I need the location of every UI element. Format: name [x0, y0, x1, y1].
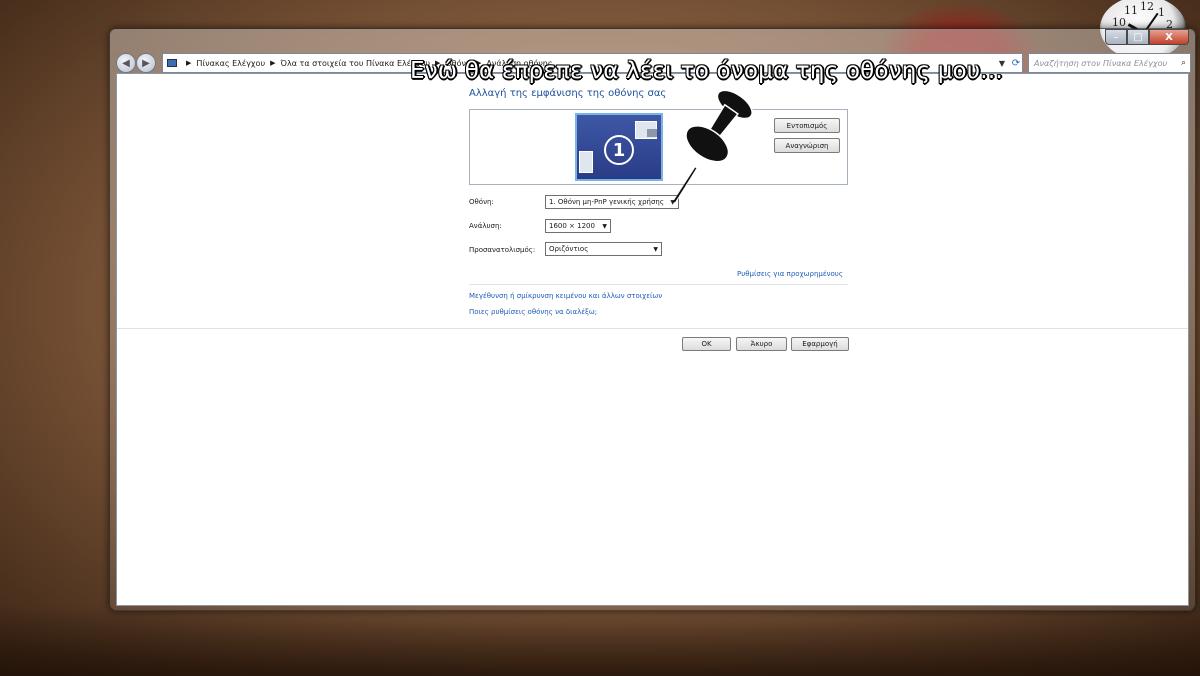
- forward-button[interactable]: ▶: [136, 53, 156, 73]
- refresh-button[interactable]: ⟳: [1009, 53, 1023, 73]
- cancel-button[interactable]: Άκυρο: [736, 337, 787, 351]
- maximize-button[interactable]: □: [1127, 29, 1149, 45]
- control-panel-icon: [167, 59, 177, 67]
- resize-text-link[interactable]: Μεγέθυνση ή σμίκρυνση κειμένου και άλλων…: [469, 292, 662, 300]
- arrow-left-icon: ◀: [122, 57, 130, 69]
- search-icon[interactable]: ⌕: [1181, 58, 1186, 68]
- resolution-select-value: 1600 × 1200: [549, 222, 595, 230]
- divider: [117, 328, 1188, 329]
- page-title: Αλλαγή της εμφάνισης της οθόνης σας: [469, 88, 667, 99]
- ok-button[interactable]: ΟΚ: [682, 337, 731, 351]
- display-label: Οθόνη:: [469, 198, 494, 206]
- which-settings-link[interactable]: Ποιες ρυθμίσεις οθόνης να διαλέξω;: [469, 308, 597, 316]
- arrow-right-icon: ▶: [142, 57, 150, 69]
- chevron-right-icon: ▶: [186, 59, 192, 67]
- control-panel-window: – □ X ◀ ▶ ▶ Πίνακας Ελέγχου ▶ Όλα τα στο…: [109, 28, 1196, 611]
- monitor-number: 1: [604, 135, 634, 165]
- detect-button[interactable]: Εντοπισμός: [774, 118, 840, 133]
- monitor-1-thumbnail[interactable]: 1: [575, 113, 663, 181]
- clock-number: 12: [1140, 0, 1154, 13]
- divider: [469, 284, 848, 285]
- desktop-background: [0, 606, 1200, 676]
- identify-button[interactable]: Αναγνώριση: [774, 138, 840, 153]
- clock-number: 1: [1158, 6, 1165, 19]
- breadcrumb-item[interactable]: Πίνακας Ελέγχου: [196, 59, 265, 68]
- apply-button[interactable]: Εφαρμογή: [791, 337, 849, 351]
- clock-number: 11: [1124, 4, 1138, 17]
- chevron-down-icon: ▼: [602, 222, 607, 230]
- window-thumbnail: [579, 151, 593, 173]
- content-area: Αλλαγή της εμφάνισης της οθόνης σας 1 Εν…: [116, 73, 1189, 606]
- resolution-label: Ανάλυση:: [469, 222, 502, 230]
- resolution-select[interactable]: 1600 × 1200 ▼: [545, 219, 611, 233]
- display-select-value: 1. Οθόνη μη-PnP γενικής χρήσης: [549, 198, 664, 206]
- pushpin-icon: [673, 89, 753, 203]
- minimize-button[interactable]: –: [1105, 29, 1127, 45]
- advanced-settings-link[interactable]: Ρυθμίσεις για προχωρημένους: [737, 270, 843, 278]
- display-preview-panel: 1 Εντοπισμός Αναγνώριση: [469, 109, 848, 185]
- search-input[interactable]: Αναζήτηση στον Πίνακα Ελέγχου ⌕: [1028, 53, 1191, 73]
- back-button[interactable]: ◀: [116, 53, 136, 73]
- breadcrumb-item[interactable]: Όλα τα στοιχεία του Πίνακα Ελέγχου: [280, 59, 430, 68]
- search-placeholder: Αναζήτηση στον Πίνακα Ελέγχου: [1034, 58, 1168, 68]
- display-select[interactable]: 1. Οθόνη μη-PnP γενικής χρήσης ▼: [545, 195, 679, 209]
- chevron-right-icon: ▶: [270, 59, 276, 67]
- orientation-select[interactable]: Οριζόντιος ▼: [545, 242, 662, 256]
- orientation-label: Προσανατολισμός:: [469, 246, 536, 254]
- window-thumbnail: [647, 129, 657, 137]
- refresh-icon: ⟳: [1011, 57, 1021, 69]
- orientation-select-value: Οριζόντιος: [549, 245, 589, 253]
- window-controls: – □ X: [1105, 29, 1189, 45]
- chevron-down-icon: ▼: [653, 245, 658, 253]
- close-button[interactable]: X: [1149, 29, 1189, 45]
